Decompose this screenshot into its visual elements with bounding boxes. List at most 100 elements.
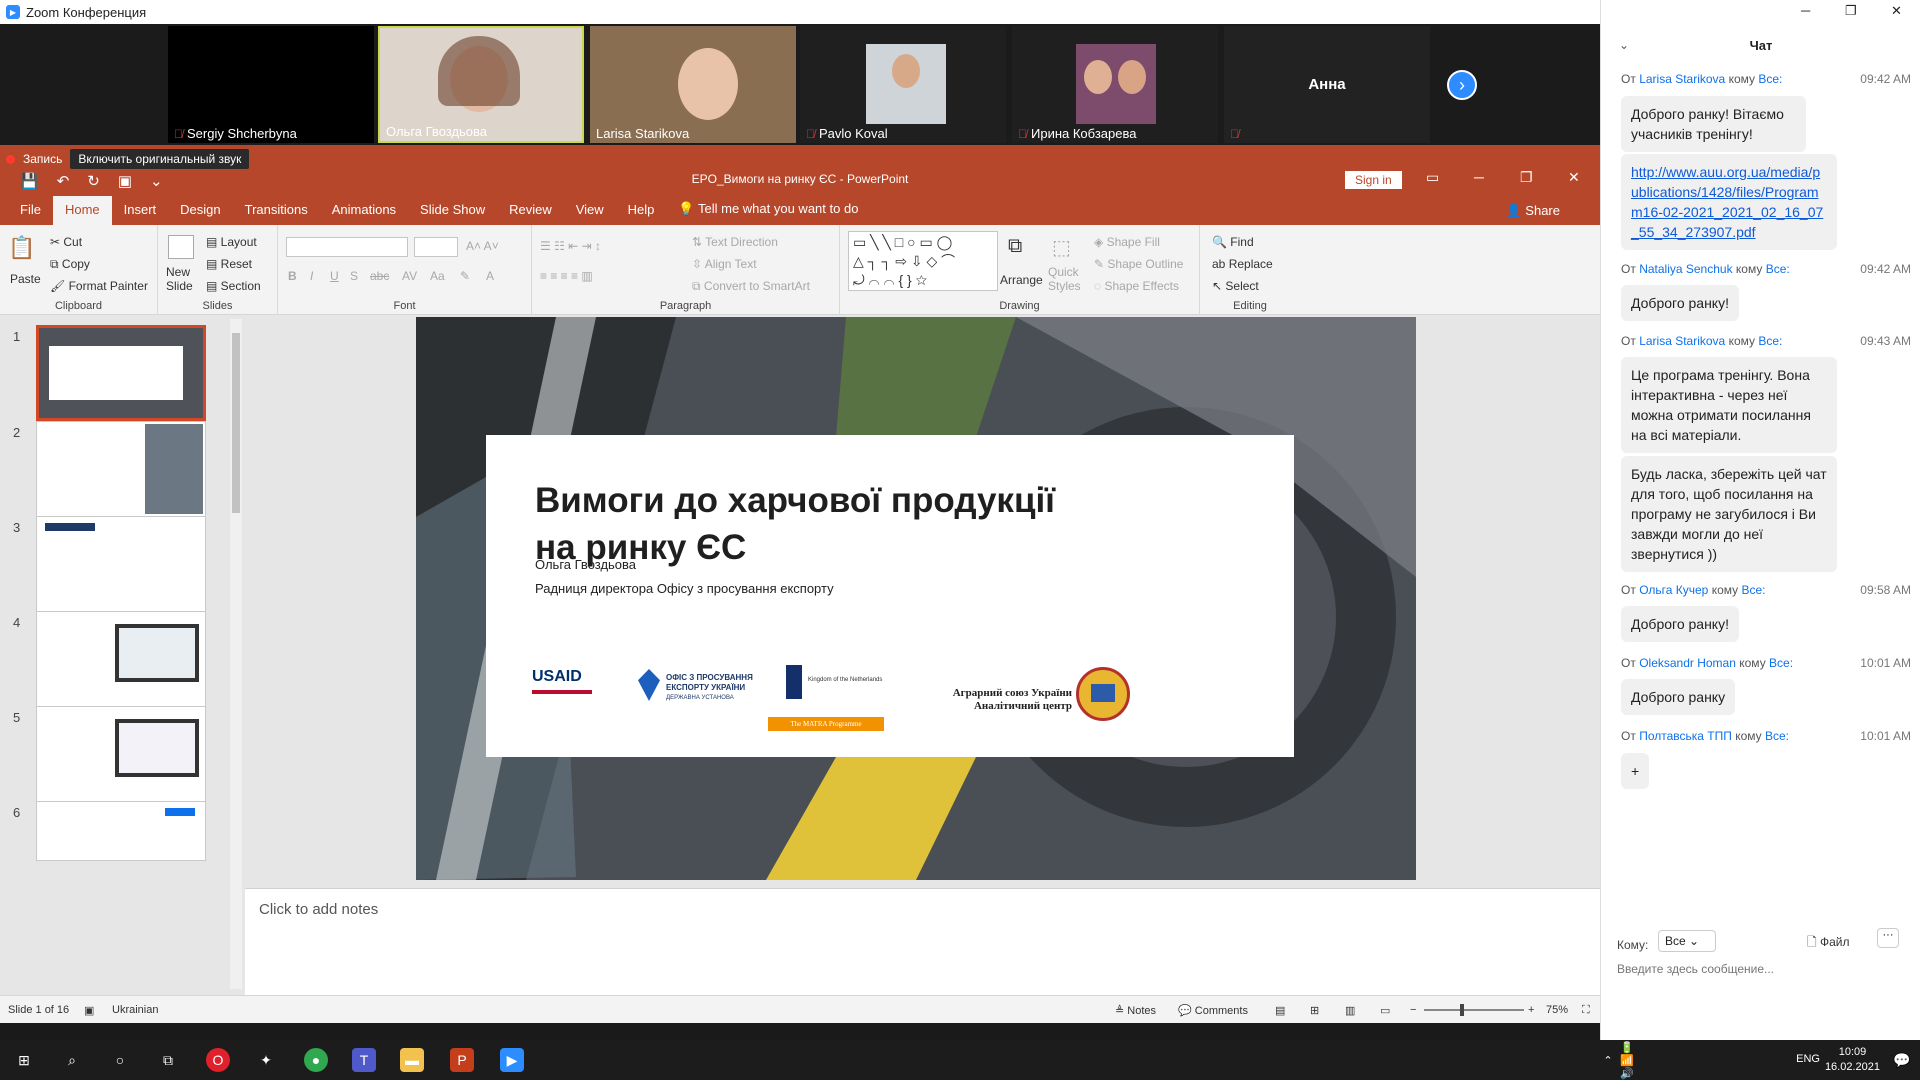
align-text-button[interactable]: ⇳ Align Text — [692, 257, 757, 271]
highlight-icon[interactable]: ✎ — [460, 269, 470, 283]
notes-pane[interactable]: Click to add notes — [245, 888, 1600, 995]
chat-sender[interactable]: Ольга Кучер — [1639, 583, 1708, 597]
fit-slide-icon[interactable]: ⛶ — [1582, 1004, 1590, 1017]
slide-thumbnail[interactable] — [36, 801, 206, 861]
chat-sender[interactable]: Полтавська ТПП — [1639, 729, 1732, 743]
align-icons[interactable]: ≡ ≡ ≡ ≡ ▥ — [540, 269, 593, 283]
tab-home[interactable]: Home — [52, 196, 112, 225]
char-spacing-icon[interactable]: AV — [402, 269, 417, 283]
tab-transitions[interactable]: Transitions — [233, 202, 320, 225]
section-button[interactable]: ▤ Section — [206, 279, 261, 293]
reading-view-icon[interactable]: ▥ — [1345, 1004, 1355, 1017]
keyboard-language[interactable]: ENG — [1796, 1053, 1820, 1065]
close-icon[interactable]: ✕ — [1568, 169, 1580, 186]
slide-author[interactable]: Ольга Гвоздьова — [535, 557, 636, 572]
video-tile[interactable]: Анна 🎙̸ — [1224, 26, 1430, 143]
task-view-icon[interactable]: ⧉ — [156, 1048, 180, 1072]
video-tile[interactable]: 🎙̸ Sergiy Shcherbyna — [168, 26, 374, 143]
slide-thumbnail[interactable] — [36, 706, 206, 802]
chat-sender[interactable]: Larisa Starikova — [1639, 334, 1725, 348]
font-size-select[interactable] — [414, 237, 458, 257]
current-slide[interactable]: Вимоги до харчової продукції на ринку ЄС… — [416, 317, 1416, 880]
powerpoint-taskbar-icon[interactable]: P — [450, 1048, 474, 1072]
zoom-slider[interactable] — [1424, 1004, 1524, 1016]
slide-thumbnail[interactable] — [36, 611, 206, 707]
share-button[interactable]: 👤 Share — [1505, 203, 1560, 219]
tab-animations[interactable]: Animations — [320, 202, 408, 225]
text-direction-button[interactable]: ⇅ Text Direction — [692, 235, 778, 249]
tell-me-search[interactable]: 💡 Tell me what you want to do — [666, 201, 870, 225]
ribbon-display-icon[interactable]: ▭ — [1426, 169, 1439, 186]
layout-button[interactable]: ▤ Layout — [206, 235, 257, 249]
shape-fill-button[interactable]: ◈ Shape Fill — [1094, 235, 1160, 249]
reset-button[interactable]: ▤ Reset — [206, 257, 252, 271]
app-icon[interactable]: ✦ — [254, 1048, 278, 1072]
chrome-icon[interactable]: ● — [304, 1048, 328, 1072]
slideshow-view-icon[interactable]: ▭ — [1380, 1004, 1390, 1017]
zoom-level[interactable]: 75% — [1546, 1004, 1568, 1016]
notes-placeholder[interactable]: Click to add notes — [259, 901, 378, 918]
bullets-icon[interactable]: ☰ ☷ ⇤ ⇥ ↕ — [540, 239, 601, 253]
font-family-select[interactable] — [286, 237, 408, 257]
replace-button[interactable]: ab Replace — [1212, 257, 1273, 271]
new-slide-button[interactable]: New Slide — [166, 265, 202, 293]
chat-message-input[interactable] — [1617, 962, 1907, 976]
bold-icon[interactable]: B — [288, 269, 297, 283]
restore-icon[interactable]: ❐ — [1520, 169, 1533, 186]
next-page-arrow-icon[interactable]: › — [1447, 70, 1477, 100]
new-slide-icon[interactable] — [168, 235, 194, 259]
spellcheck-icon[interactable]: ▣ — [84, 1004, 94, 1017]
zoom-in-icon[interactable]: + — [1528, 1004, 1534, 1016]
zoom-taskbar-icon[interactable]: ▶ — [500, 1048, 524, 1072]
italic-icon[interactable]: I — [310, 269, 313, 283]
zoom-out-icon[interactable]: − — [1410, 1004, 1416, 1016]
video-tile[interactable]: 🎙̸ Ирина Кобзарева — [1012, 26, 1218, 143]
underline-icon[interactable]: U — [330, 269, 339, 283]
minimize-icon[interactable]: ─ — [1474, 169, 1484, 185]
copy-button[interactable]: ⧉ Copy — [50, 257, 90, 272]
chat-recipient-select[interactable]: Все ⌄ — [1658, 930, 1716, 952]
notifications-icon[interactable]: 💬 — [1890, 1048, 1914, 1072]
chat-sender[interactable]: Oleksandr Homan — [1639, 656, 1736, 670]
font-color-icon[interactable]: A — [486, 269, 494, 283]
file-explorer-icon[interactable]: ▬ — [400, 1048, 424, 1072]
shape-effects-button[interactable]: ◌ Shape Effects — [1094, 279, 1179, 293]
slide-sorter-icon[interactable]: ⊞ — [1310, 1004, 1319, 1017]
tab-design[interactable]: Design — [168, 202, 232, 225]
cortana-icon[interactable]: ○ — [108, 1048, 132, 1072]
chat-minimize-icon[interactable]: ─ — [1801, 3, 1810, 18]
sign-in-button[interactable]: Sign in — [1345, 171, 1402, 189]
video-tile[interactable]: Larisa Starikova — [590, 26, 796, 143]
format-painter-button[interactable]: 🖌 Format Painter — [50, 279, 148, 293]
change-case-icon[interactable]: Aa — [430, 269, 445, 283]
thumbnail-scrollbar[interactable] — [230, 319, 242, 989]
language-status[interactable]: Ukrainian — [112, 1004, 158, 1016]
chat-sender[interactable]: Larisa Starikova — [1639, 72, 1725, 86]
grow-font-icon[interactable]: A˄ A˅ — [466, 239, 499, 253]
comments-toggle[interactable]: 💬 Comments — [1178, 1004, 1248, 1017]
slide-position[interactable]: Радниця директора Офісу з просування екс… — [535, 581, 834, 596]
opera-icon[interactable]: O — [206, 1048, 230, 1072]
paste-button[interactable]: Paste — [10, 272, 41, 286]
video-tile[interactable]: 🎙̸ Pavlo Koval — [800, 26, 1006, 143]
notes-toggle[interactable]: ≜ Notes — [1115, 1004, 1156, 1017]
tab-view[interactable]: View — [564, 202, 616, 225]
shape-outline-button[interactable]: ✎ Shape Outline — [1094, 257, 1183, 271]
cut-button[interactable]: ✂ Cut — [50, 235, 82, 249]
slide-thumbnail[interactable] — [36, 421, 206, 517]
system-clock[interactable]: 10:09 16.02.2021 — [1825, 1045, 1880, 1075]
find-button[interactable]: 🔍 Find — [1212, 235, 1254, 249]
select-button[interactable]: ↖ Select — [1212, 279, 1259, 293]
more-options-icon[interactable]: ··· — [1877, 928, 1899, 948]
slide-thumbnail[interactable] — [36, 516, 206, 612]
tab-slide-show[interactable]: Slide Show — [408, 202, 497, 225]
arrange-button[interactable]: Arrange — [1000, 273, 1043, 287]
tab-insert[interactable]: Insert — [112, 202, 169, 225]
search-icon[interactable]: ⌕ — [60, 1048, 84, 1072]
paste-icon[interactable]: 📋 — [8, 235, 35, 261]
chat-file-button[interactable]: 🗋 Файл — [1807, 933, 1850, 954]
tab-review[interactable]: Review — [497, 202, 564, 225]
strikethrough-icon[interactable]: abc — [370, 269, 389, 283]
convert-smartart-button[interactable]: ⧉ Convert to SmartArt — [692, 279, 810, 294]
chat-close-icon[interactable]: ✕ — [1891, 3, 1902, 19]
